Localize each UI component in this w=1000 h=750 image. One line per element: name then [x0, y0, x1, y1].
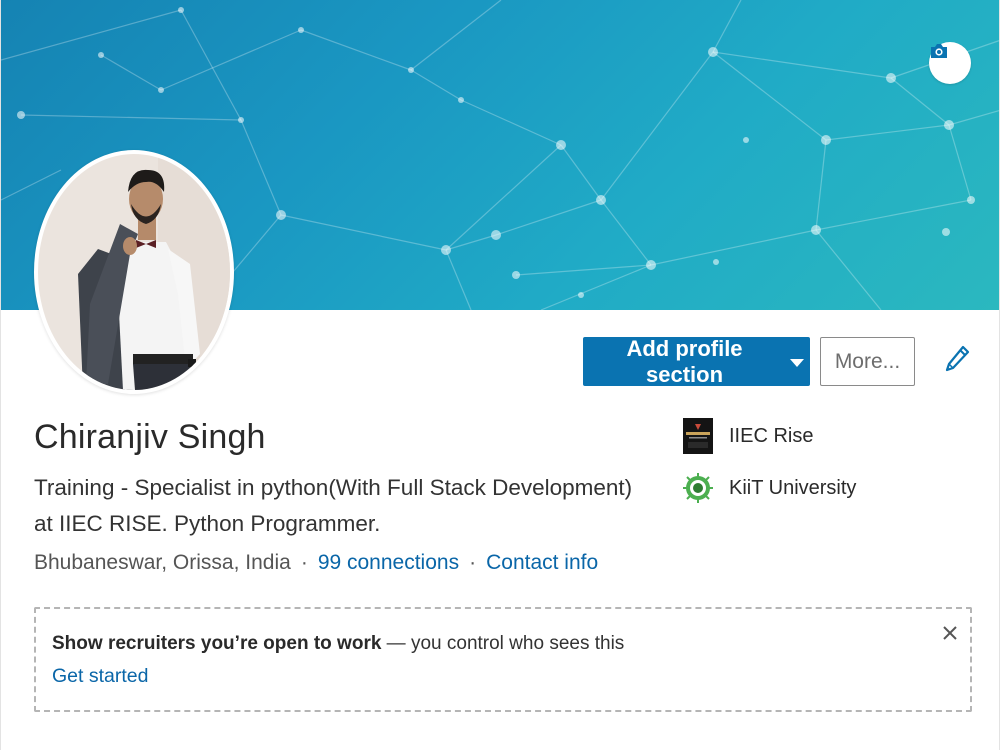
edit-intro-button[interactable] [939, 343, 975, 379]
org-item-kiit-university[interactable]: KiiT University [683, 470, 856, 506]
profile-meta-row: Bhubaneswar, Orissa, India · 99 connecti… [34, 551, 598, 575]
profile-location: Bhubaneswar, Orissa, India [34, 551, 291, 574]
org-item-iiec-rise[interactable]: IIEC Rise [683, 418, 813, 454]
dismiss-button[interactable] [938, 623, 962, 647]
more-button[interactable]: More... [820, 337, 915, 386]
open-to-work-title: Show recruiters you’re open to work [52, 633, 382, 654]
edit-background-button[interactable] [929, 42, 971, 84]
iiec-rise-logo [683, 418, 713, 454]
add-profile-section-button[interactable]: Add profile section [583, 335, 810, 387]
profile-card: Add profile section More... Chiranjiv Si… [0, 0, 1000, 750]
add-profile-section-label: Add profile section [626, 335, 743, 387]
close-icon [943, 625, 957, 645]
org-name: IIEC Rise [729, 424, 814, 447]
open-to-work-message: Show recruiters you’re open to work — yo… [52, 633, 624, 655]
get-started-link[interactable]: Get started [52, 665, 148, 688]
open-to-work-subtitle: — you control who sees this [381, 633, 625, 654]
pencil-icon [943, 344, 971, 379]
profile-headline: Training - Specialist in python(With Ful… [34, 475, 633, 536]
profile-photo-image [38, 154, 230, 390]
separator-dot: · [469, 551, 477, 574]
open-to-work-card: Show recruiters you’re open to work — yo… [34, 607, 972, 712]
profile-name: Chiranjiv Singh [34, 418, 266, 456]
caret-down-icon [790, 358, 804, 367]
separator-dot: · [300, 551, 308, 574]
contact-info-link[interactable]: Contact info [486, 551, 598, 575]
org-name: KiiT University [729, 476, 857, 499]
kiit-university-logo [683, 470, 713, 506]
connections-link[interactable]: 99 connections [318, 551, 459, 575]
profile-photo[interactable] [34, 150, 234, 394]
